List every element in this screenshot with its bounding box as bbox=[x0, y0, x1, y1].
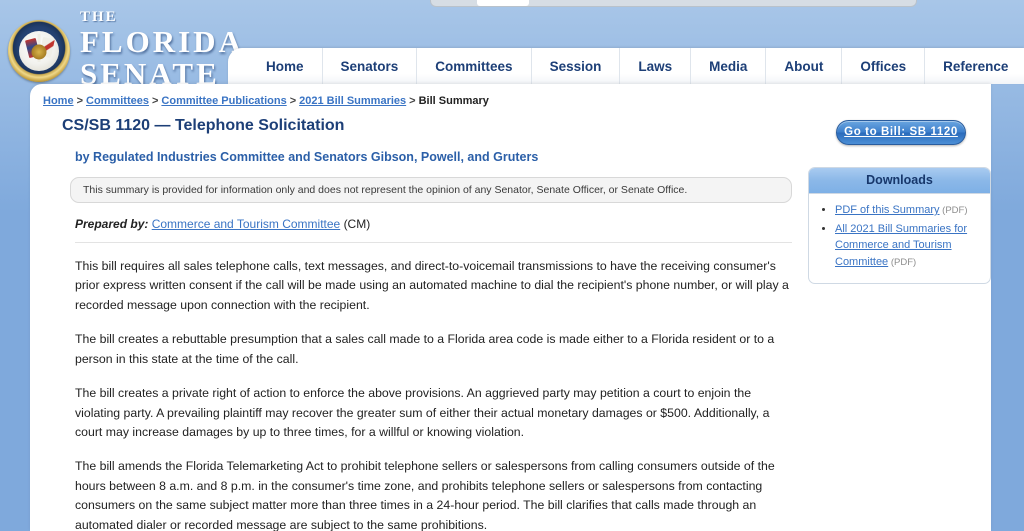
download-list-item: All 2021 Bill Summaries for Commerce and… bbox=[835, 221, 980, 271]
summary-body: This bill requires all sales telephone c… bbox=[75, 257, 797, 531]
prepared-by-label: Prepared by: bbox=[75, 217, 148, 231]
site-brand[interactable]: THE FLORIDA SENATE bbox=[8, 10, 244, 91]
go-to-bill-button[interactable]: Go to Bill: SB 1120 bbox=[836, 120, 966, 145]
disclaimer-box: This summary is provided for information… bbox=[70, 177, 792, 203]
nav-item-home[interactable]: Home bbox=[248, 48, 323, 84]
downloads-list: PDF of this Summary (PDF)All 2021 Bill S… bbox=[809, 194, 990, 283]
page-title: CS/SB 1120 — Telephone Solicitation bbox=[62, 117, 808, 135]
nav-item-reference[interactable]: Reference bbox=[925, 48, 1024, 84]
right-rail: Go to Bill: SB 1120 Downloads PDF of thi… bbox=[808, 117, 976, 284]
download-file-type: (PDF) bbox=[888, 257, 916, 268]
content-panel: Home>Committees>Committee Publications>2… bbox=[30, 84, 991, 531]
breadcrumb-separator: > bbox=[290, 95, 296, 107]
download-file-type: (PDF) bbox=[940, 205, 968, 216]
brand-wordmark: THE FLORIDA SENATE bbox=[80, 10, 244, 91]
browser-active-tab[interactable] bbox=[477, 0, 529, 6]
breadcrumb-separator: > bbox=[152, 95, 158, 107]
seal-emblem-icon bbox=[32, 44, 47, 59]
nav-item-laws[interactable]: Laws bbox=[620, 48, 691, 84]
breadcrumb-item-0[interactable]: Home bbox=[43, 95, 74, 107]
downloads-panel: Downloads PDF of this Summary (PDF)All 2… bbox=[808, 167, 991, 284]
browser-chrome bbox=[0, 0, 1024, 8]
nav-item-about[interactable]: About bbox=[766, 48, 842, 84]
nav-item-senators[interactable]: Senators bbox=[323, 48, 418, 84]
summary-paragraph: The bill amends the Florida Telemarketin… bbox=[75, 457, 797, 531]
download-link-0[interactable]: PDF of this Summary bbox=[835, 204, 940, 216]
prepared-by-committee-code: (CM) bbox=[344, 217, 371, 231]
breadcrumb-item-2[interactable]: Committee Publications bbox=[161, 95, 286, 107]
brand-florida: FLORIDA bbox=[80, 26, 244, 57]
nav-item-offices[interactable]: Offices bbox=[842, 48, 925, 84]
prepared-by-line: Prepared by: Commerce and Tourism Commit… bbox=[75, 217, 792, 243]
summary-paragraph: The bill creates a private right of acti… bbox=[75, 384, 797, 442]
breadcrumb-item-1[interactable]: Committees bbox=[86, 95, 149, 107]
main-column: CS/SB 1120 — Telephone Solicitation by R… bbox=[53, 117, 808, 531]
breadcrumb-item-4: Bill Summary bbox=[419, 95, 489, 107]
prepared-by-committee-link[interactable]: Commerce and Tourism Committee bbox=[152, 217, 341, 231]
breadcrumb-separator: > bbox=[77, 95, 83, 107]
main-navigation: HomeSenatorsCommitteesSessionLawsMediaAb… bbox=[228, 48, 1024, 84]
nav-item-media[interactable]: Media bbox=[691, 48, 766, 84]
breadcrumb-separator: > bbox=[409, 95, 415, 107]
breadcrumb: Home>Committees>Committee Publications>2… bbox=[43, 95, 489, 107]
summary-paragraph: The bill creates a rebuttable presumptio… bbox=[75, 330, 797, 369]
breadcrumb-item-3[interactable]: 2021 Bill Summaries bbox=[299, 95, 406, 107]
downloads-panel-header: Downloads bbox=[809, 168, 990, 194]
bill-byline: by Regulated Industries Committee and Se… bbox=[75, 150, 808, 164]
download-list-item: PDF of this Summary (PDF) bbox=[835, 202, 980, 219]
summary-paragraph: This bill requires all sales telephone c… bbox=[75, 257, 797, 315]
nav-item-committees[interactable]: Committees bbox=[417, 48, 531, 84]
nav-item-session[interactable]: Session bbox=[532, 48, 621, 84]
florida-senate-seal-icon bbox=[8, 20, 70, 82]
brand-the: THE bbox=[80, 10, 244, 25]
